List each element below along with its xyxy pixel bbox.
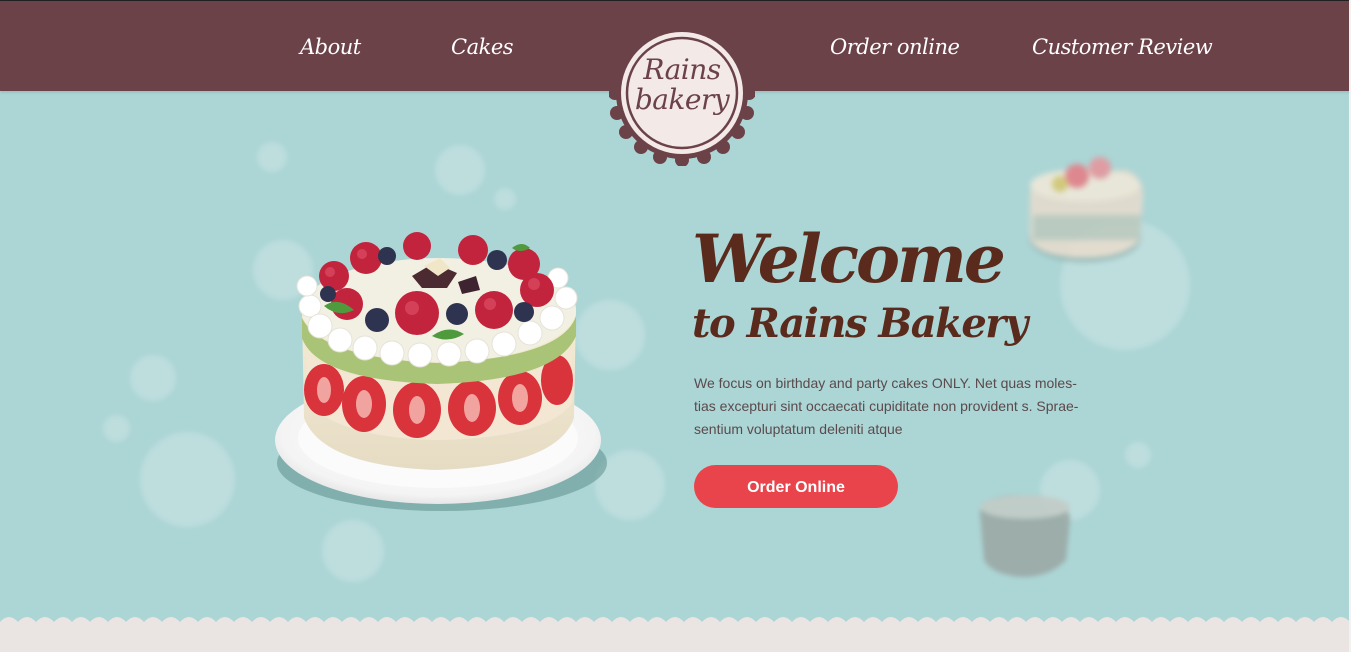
logo-line1: Rains xyxy=(643,53,721,86)
nav-cakes[interactable]: Cakes xyxy=(451,35,514,59)
blurred-cake-image xyxy=(1029,157,1143,262)
cake-image xyxy=(275,232,607,511)
bakery-logo[interactable]: Rains bakery xyxy=(609,20,755,166)
bokeh-light xyxy=(257,142,287,172)
footer-wave xyxy=(0,617,1351,652)
hero-subtitle: to Rains Bakery xyxy=(692,300,1028,347)
order-online-button[interactable]: Order Online xyxy=(694,465,898,508)
description-line: tias excepturi sint occaecati cupiditate… xyxy=(694,398,1079,414)
blurred-cake-image xyxy=(980,495,1070,577)
hero-title: Welcome xyxy=(692,220,1006,298)
bokeh-light xyxy=(103,415,130,442)
bokeh-light xyxy=(1125,442,1151,468)
bokeh-light xyxy=(130,355,176,401)
description-line: sentium voluptatum deleniti atque xyxy=(694,421,903,437)
nav-order-online[interactable]: Order online xyxy=(830,35,960,59)
bokeh-light xyxy=(494,188,516,210)
nav-customer-review[interactable]: Customer Review xyxy=(1032,35,1213,59)
description-line: We focus on birthday and party cakes ONL… xyxy=(694,375,1077,391)
nav-about[interactable]: About xyxy=(300,35,361,59)
hero-description: We focus on birthday and party cakes ONL… xyxy=(694,372,1084,441)
bokeh-light xyxy=(140,432,235,527)
logo-line2: bakery xyxy=(634,83,730,116)
bokeh-light xyxy=(322,520,384,582)
bokeh-light xyxy=(435,145,485,195)
